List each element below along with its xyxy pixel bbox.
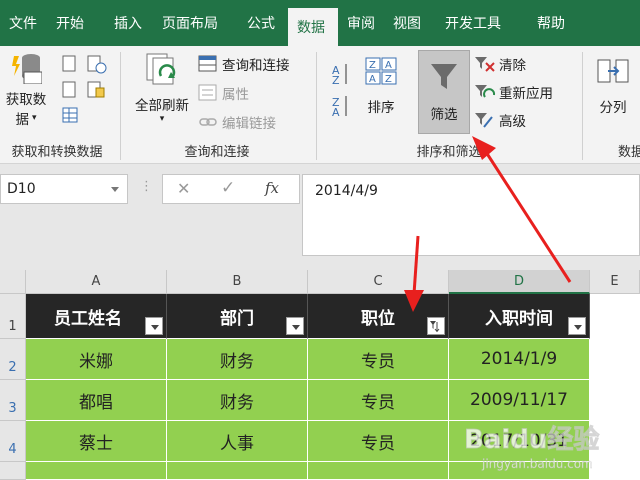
row-header-1[interactable]: 1: [0, 294, 26, 339]
row-header-5[interactable]: [0, 462, 26, 480]
column-header-c[interactable]: C: [308, 270, 449, 294]
tab-insert[interactable]: 插入: [105, 0, 153, 46]
svg-text:Z: Z: [332, 74, 340, 87]
group-label-queries: 查询和连接: [184, 145, 250, 160]
reapply-icon: [475, 85, 496, 98]
table-cell[interactable]: [167, 462, 308, 480]
header-cell-position[interactable]: 职位: [308, 294, 449, 339]
sort-dialog-icon: Z A A Z: [365, 57, 397, 85]
split-columns-icon: [597, 59, 629, 83]
filter-applied-button[interactable]: [427, 317, 445, 335]
tab-data[interactable]: 数据: [288, 8, 338, 46]
table-cell[interactable]: 米娜: [26, 339, 167, 380]
tab-file[interactable]: 文件: [0, 0, 47, 46]
recent-sources-icons: [87, 55, 107, 98]
clear-filter-icon: [475, 57, 495, 72]
column-header-e[interactable]: E: [590, 270, 640, 294]
table-icon: [198, 55, 217, 72]
advanced-filter-button[interactable]: 高级: [474, 110, 526, 130]
tab-help[interactable]: 帮助: [528, 0, 578, 46]
group-label-data-tools: 数据: [618, 145, 640, 160]
worksheet-grid[interactable]: A B C D E 1 2 3 4 员工姓名 部门 职位 入职时间 米娜 财务 …: [0, 270, 640, 480]
svg-text:A: A: [369, 74, 376, 85]
table-cell[interactable]: [26, 462, 167, 480]
table-cell[interactable]: 人事: [167, 421, 308, 462]
group-label-get-transform: 获取和转换数据: [11, 145, 103, 160]
name-box-dropdown-icon[interactable]: [111, 187, 119, 192]
table-cell[interactable]: 专员: [308, 380, 449, 421]
insert-function-button[interactable]: fx: [265, 179, 279, 197]
tab-page-layout[interactable]: 页面布局: [153, 0, 238, 46]
cancel-icon[interactable]: ✕: [177, 179, 190, 198]
reapply-button[interactable]: 重新应用: [474, 82, 553, 102]
filter-applied-icon: [430, 321, 440, 333]
sort-az-icon: A Z Z A: [332, 64, 347, 119]
refresh-icon: [146, 53, 176, 85]
formula-input[interactable]: 2014/4/9: [302, 174, 640, 256]
filter-dropdown-button[interactable]: [286, 317, 304, 335]
formula-buttons: ✕ ✓ fx: [162, 174, 300, 204]
column-header-a[interactable]: A: [26, 270, 167, 294]
table-cell[interactable]: 专员: [308, 421, 449, 462]
table-cell[interactable]: [449, 462, 590, 480]
svg-text:Z: Z: [385, 74, 392, 85]
formula-bar-area: D10 ⋮ ✕ ✓ fx 2014/4/9: [0, 164, 640, 270]
text-to-columns-button[interactable]: 分列: [594, 56, 632, 130]
name-box[interactable]: D10: [0, 174, 128, 204]
filter-dropdown-button[interactable]: [145, 317, 163, 335]
queries-connections-button[interactable]: 查询和连接: [198, 54, 290, 74]
svg-text:A: A: [385, 60, 392, 71]
link-icon: [199, 118, 217, 126]
filter-button[interactable]: 筛选: [418, 50, 470, 134]
column-header-b[interactable]: B: [167, 270, 308, 294]
refresh-all-button[interactable]: 全部刷新 ▾: [130, 52, 194, 132]
table-cell[interactable]: 2014/1/9: [449, 339, 590, 380]
enter-check-icon[interactable]: ✓: [221, 178, 235, 198]
tab-formulas[interactable]: 公式: [238, 0, 288, 46]
ribbon-tab-bar: 文件 开始 插入 页面布局 公式 数据 审阅 视图 开发工具 帮助: [0, 0, 640, 46]
column-header-d[interactable]: D: [449, 270, 590, 294]
tab-home[interactable]: 开始: [47, 0, 105, 46]
sort-button[interactable]: Z A A Z 排序: [360, 56, 402, 130]
excel-window: 文件 开始 插入 页面布局 公式 数据 审阅 视图 开发工具 帮助 获取数 据 ▾: [0, 0, 640, 480]
table-cell[interactable]: 都唱: [26, 380, 167, 421]
svg-text:A: A: [332, 106, 340, 119]
properties-button[interactable]: 属性: [198, 83, 249, 103]
grip-dots-icon: ⋮: [140, 179, 153, 194]
tab-review[interactable]: 审阅: [338, 0, 384, 46]
select-all-corner[interactable]: [0, 270, 26, 294]
group-sort-filter: A Z Z A Z A A Z 排序 筛选 清除 重新应用 高级 排序和筛选: [318, 46, 580, 164]
table-cell[interactable]: 2017/10/31: [449, 421, 590, 462]
header-cell-dept[interactable]: 部门: [167, 294, 308, 339]
svg-text:Z: Z: [369, 60, 376, 71]
group-label-sort-filter: 排序和筛选: [416, 145, 482, 160]
filter-dropdown-button[interactable]: [568, 317, 586, 335]
table-cell[interactable]: 专员: [308, 339, 449, 380]
group-get-transform: 获取数 据 ▾ 获取和转换数据: [0, 46, 114, 164]
properties-icon: [198, 84, 217, 101]
advanced-filter-icon: [475, 113, 493, 128]
header-cell-name[interactable]: 员工姓名: [26, 294, 167, 339]
group-queries: 全部刷新 ▾ 查询和连接 属性 编辑链接 查询和连接: [122, 46, 312, 164]
ribbon: 获取数 据 ▾ 获取和转换数据 全部刷新 ▾ 查询和连接 属性 编辑链接 查询和…: [0, 46, 640, 164]
get-data-button[interactable]: 获取数 据 ▾: [4, 50, 48, 130]
header-cell-hire-date[interactable]: 入职时间: [449, 294, 590, 339]
table-cell[interactable]: 财务: [167, 339, 308, 380]
data-source-icons: [62, 55, 78, 123]
tab-view[interactable]: 视图: [384, 0, 436, 46]
database-icon: [12, 54, 42, 84]
filter-funnel-icon: [431, 64, 457, 89]
table-cell[interactable]: [308, 462, 449, 480]
row-header-3[interactable]: 3: [0, 380, 26, 421]
table-cell[interactable]: 2009/11/17: [449, 380, 590, 421]
edit-links-button[interactable]: 编辑链接: [198, 112, 276, 132]
table-cell[interactable]: 财务: [167, 380, 308, 421]
tab-developer[interactable]: 开发工具: [436, 0, 528, 46]
row-header-2[interactable]: 2: [0, 339, 26, 380]
clear-filter-button[interactable]: 清除: [474, 54, 526, 74]
table-cell[interactable]: 蔡士: [26, 421, 167, 462]
row-header-4[interactable]: 4: [0, 421, 26, 462]
group-data-tools: 分列 数据: [584, 46, 640, 164]
